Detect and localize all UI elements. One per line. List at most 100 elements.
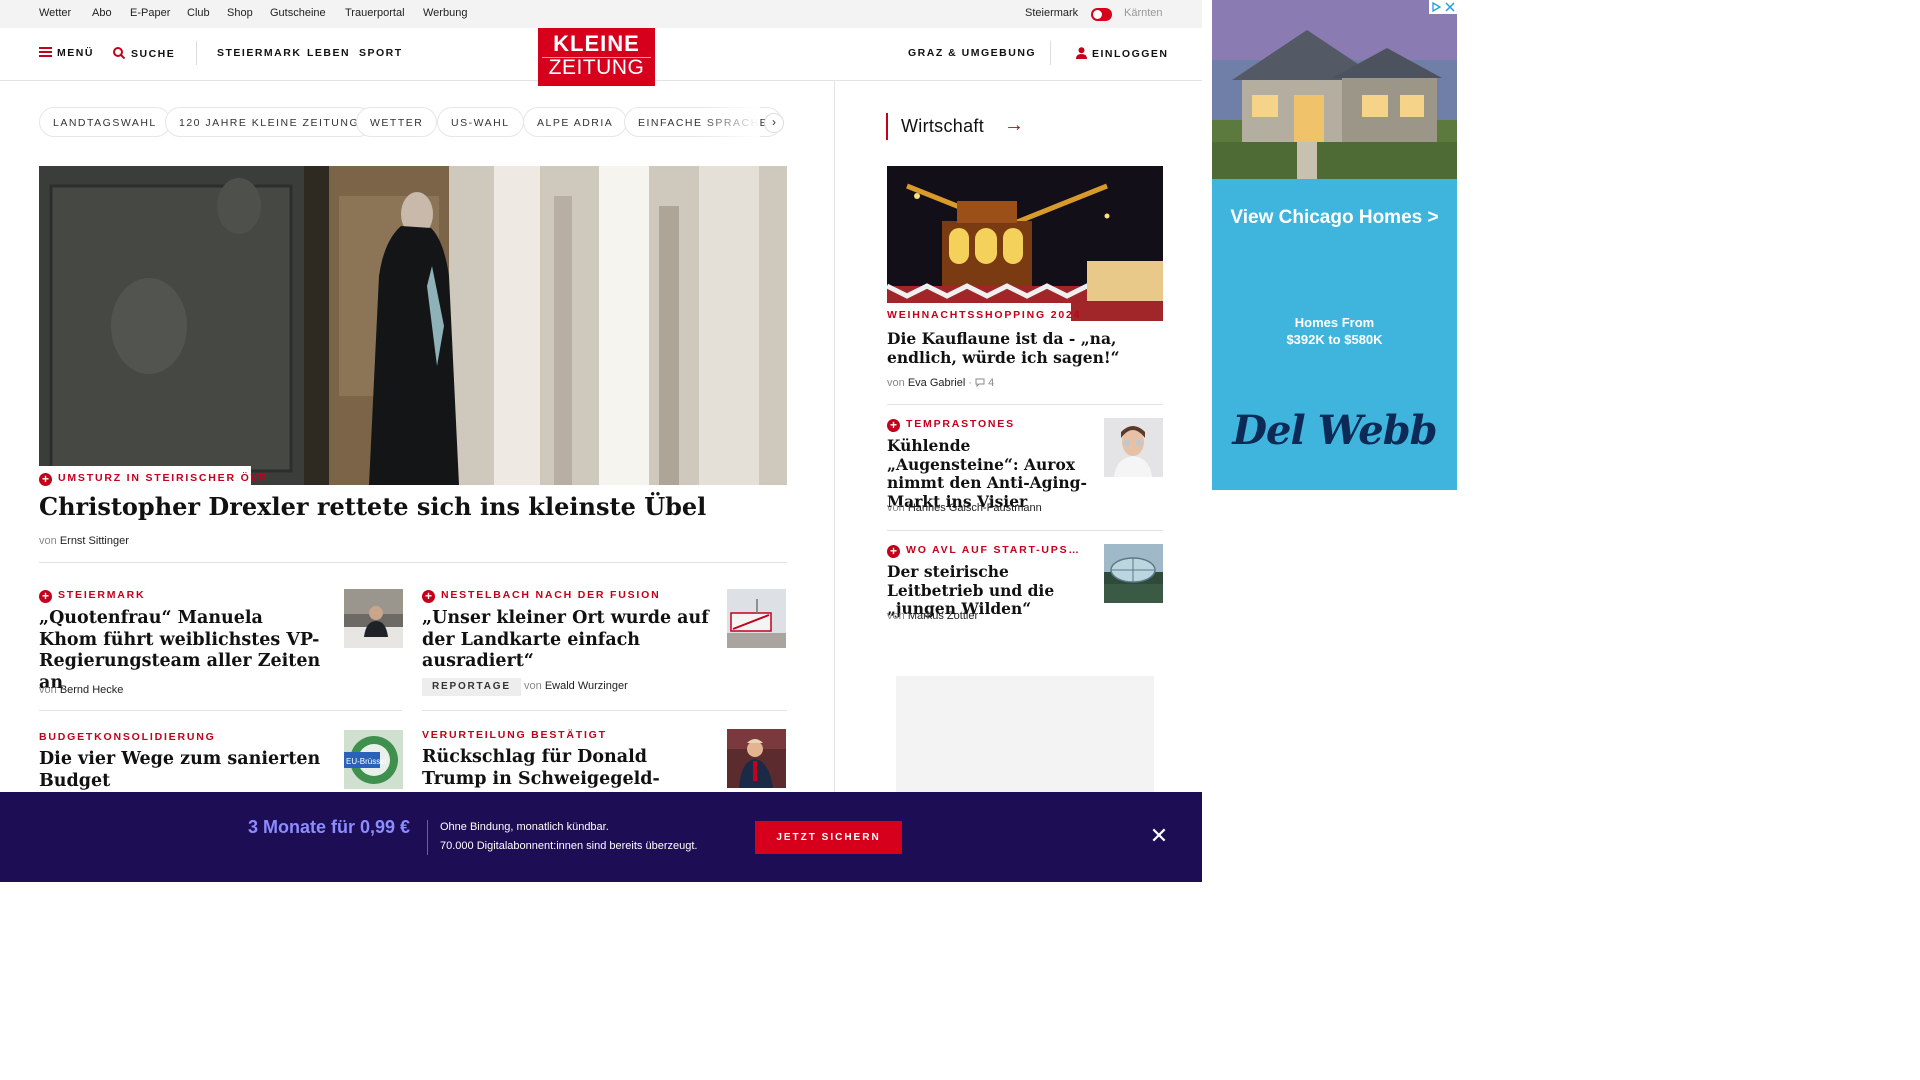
hero-kicker-text: UMSTURZ IN STEIRISCHER ÖVP: [58, 472, 269, 484]
topic-pill-wetter[interactable]: WETTER: [356, 107, 438, 137]
sidebar-kicker-text: TEMPRASTONES: [906, 418, 1015, 430]
byline-author[interactable]: Eva Gabriel: [908, 377, 965, 389]
util-link-abo[interactable]: Abo: [92, 7, 112, 19]
region-toggle[interactable]: [1091, 8, 1112, 21]
hamburger-icon: [39, 47, 52, 57]
logo-line-2: ZEITUNG: [548, 56, 645, 79]
reportage-badge: REPORTAGE: [422, 678, 521, 696]
sidebar-lead-byline: von Eva Gabriel · 4: [887, 377, 995, 389]
sidebar-kicker: + WO AVL AUF START-UPS…: [887, 544, 1081, 558]
article-kicker: + NESTELBACH NACH DER FUSION: [422, 589, 660, 603]
sidebar-thumbnail[interactable]: [1104, 544, 1163, 603]
login-button[interactable]: EINLOGGEN: [1076, 47, 1169, 60]
thumbnail-photo: [1104, 544, 1163, 603]
main-header: MENÜ SUCHE STEIERMARK LEBEN SPORT KLEINE…: [0, 28, 1202, 86]
chevron-right-icon: ›: [772, 115, 776, 129]
sidebar-byline: von Hannes Gaisch-Faustmann: [887, 502, 1042, 514]
nav-leben[interactable]: LEBEN: [307, 47, 350, 59]
premium-plus-icon: +: [39, 473, 52, 486]
ad-text-line-1: Homes From: [1294, 315, 1375, 330]
sidebar-lead-image[interactable]: [887, 166, 1163, 321]
sidebar-lead-kicker: WEIHNACHTSSHOPPING 2024: [887, 309, 1082, 321]
nav-steiermark[interactable]: STEIERMARK: [217, 47, 301, 59]
article-thumbnail[interactable]: [344, 589, 403, 648]
kleine-zeitung-logo[interactable]: KLEINE ZEITUNG: [538, 28, 655, 86]
nav-sport[interactable]: SPORT: [359, 47, 403, 59]
sidebar-thumbnail[interactable]: [1104, 418, 1163, 477]
article-title[interactable]: „Quotenfrau“ Manuela Khom führt weiblich…: [39, 608, 324, 694]
util-link-wetter[interactable]: Wetter: [39, 7, 71, 19]
nav-graz-umgebung[interactable]: GRAZ & UMGEBUNG: [908, 47, 1036, 59]
article-kicker-text: NESTELBACH NACH DER FUSION: [441, 589, 661, 601]
comment-count[interactable]: 4: [988, 377, 994, 389]
sidebar-title[interactable]: Kühlende „Augensteine“: Aurox nimmt den …: [887, 436, 1087, 511]
byline-author[interactable]: Markus Zottler: [908, 610, 978, 622]
display-ad[interactable]: View Chicago Homes > Homes From $392K to…: [1212, 0, 1457, 490]
pills-next-button[interactable]: ›: [764, 113, 784, 133]
login-label: EINLOGGEN: [1092, 48, 1169, 60]
sidebar-byline: von Markus Zottler: [887, 610, 978, 622]
promo-divider: [427, 820, 428, 855]
thumbnail-photo: EU-Brüssel: [344, 730, 403, 789]
divider: [39, 710, 402, 711]
util-link-werbung[interactable]: Werbung: [423, 7, 467, 19]
pill-fade: [700, 105, 760, 139]
byline-author[interactable]: Ernst Sittinger: [60, 535, 129, 547]
thumbnail-photo: [344, 589, 403, 648]
byline-prefix: von: [887, 377, 905, 389]
adchoices-icon[interactable]: [1429, 0, 1457, 14]
article-thumbnail[interactable]: EU-Brüssel: [344, 730, 403, 789]
utility-bar: Wetter Abo E-Paper Club Shop Gutscheine …: [0, 0, 1202, 28]
article-title[interactable]: „Unser kleiner Ort wurde auf der Landkar…: [422, 608, 717, 673]
ad-cta[interactable]: View Chicago Homes >: [1212, 207, 1457, 229]
thumbnail-photo: [727, 729, 786, 788]
hero-title[interactable]: Christopher Drexler rettete sich ins kle…: [39, 492, 799, 521]
sidebar-kicker-text: WO AVL AUF START-UPS…: [906, 544, 1081, 556]
region-kaernten[interactable]: Kärnten: [1124, 7, 1163, 19]
region-steiermark[interactable]: Steiermark: [1025, 7, 1078, 19]
search-button[interactable]: SUCHE: [113, 47, 175, 60]
byline-author[interactable]: Bernd Hecke: [60, 684, 124, 696]
search-icon: [113, 47, 126, 60]
subscribe-button[interactable]: JETZT SICHERN: [755, 821, 902, 854]
premium-plus-icon: +: [887, 545, 900, 558]
util-link-club[interactable]: Club: [187, 7, 210, 19]
byline-author[interactable]: Hannes Gaisch-Faustmann: [908, 502, 1042, 514]
promo-price: 3 Monate für 0,99 €: [248, 817, 411, 837]
section-title-wirtschaft[interactable]: Wirtschaft: [901, 116, 984, 137]
ad-text-line-2: $392K to $580K: [1286, 332, 1383, 347]
byline-prefix: von: [887, 502, 905, 514]
article-thumbnail[interactable]: [727, 729, 786, 788]
article-thumbnail[interactable]: [727, 589, 786, 648]
divider: [39, 562, 787, 563]
adchoices-glyphs: [1432, 1, 1455, 13]
topic-pill-us-wahl[interactable]: US-WAHL: [437, 107, 524, 137]
byline-prefix: von: [524, 680, 542, 692]
promo-text-line-1: Ohne Bindung, monatlich kündbar.: [440, 821, 609, 833]
article-byline: von Bernd Hecke: [39, 684, 123, 696]
topic-pill-120-jahre[interactable]: 120 JAHRE KLEINE ZEITUNG: [165, 107, 374, 137]
arrow-right-icon[interactable]: →: [1004, 114, 1024, 137]
article-kicker-text: STEIERMARK: [58, 589, 146, 601]
byline-prefix: von: [39, 535, 57, 547]
byline-prefix: von: [887, 610, 905, 622]
toggle-knob: [1093, 10, 1102, 19]
byline-author[interactable]: Ewald Wurzinger: [545, 680, 628, 692]
util-link-gutscheine[interactable]: Gutscheine: [270, 7, 326, 19]
util-link-trauerportal[interactable]: Trauerportal: [345, 7, 405, 19]
util-link-shop[interactable]: Shop: [227, 7, 253, 19]
close-icon[interactable]: ✕: [1149, 825, 1169, 847]
sidebar-lead-title[interactable]: Die Kauflaune ist da - „na, endlich, wür…: [887, 329, 1157, 367]
news-site: Wetter Abo E-Paper Club Shop Gutscheine …: [0, 0, 1202, 1080]
hero-image[interactable]: [39, 166, 787, 485]
topic-pill-landtagswahl[interactable]: LANDTAGSWAHL: [39, 107, 171, 137]
hero-kicker: + UMSTURZ IN STEIRISCHER ÖVP: [39, 472, 268, 486]
divider: [887, 404, 1163, 405]
util-link-epaper[interactable]: E-Paper: [130, 7, 170, 19]
article-title[interactable]: Die vier Wege zum sanierten Budget: [39, 749, 324, 792]
menu-button[interactable]: MENÜ: [39, 47, 94, 59]
byline-prefix: von: [39, 684, 57, 696]
premium-plus-icon: +: [422, 590, 435, 603]
section-accent-bar: [886, 113, 888, 140]
topic-pill-alpe-adria[interactable]: ALPE ADRIA: [523, 107, 628, 137]
